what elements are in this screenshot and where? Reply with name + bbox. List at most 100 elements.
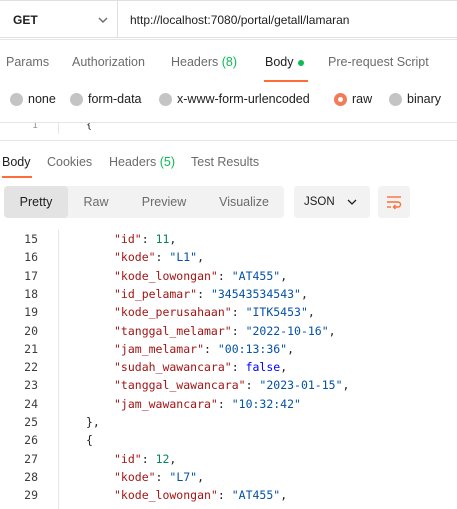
code-text: "id": 12, xyxy=(114,451,177,466)
json-key: "jam_melamar" xyxy=(114,341,205,356)
line-number: 21 xyxy=(24,341,38,356)
line-number: 17 xyxy=(24,268,38,283)
line-number: 22 xyxy=(24,360,38,375)
code-text: "id": 11, xyxy=(114,232,177,246)
json-value: "2023-01-15" xyxy=(259,378,343,393)
request-url-bar: GET http://localhost:7080/portal/getall/… xyxy=(0,0,457,40)
json-key: "kode_lowongan" xyxy=(114,268,218,283)
request-tabs: Params Authorization Headers (8) Body Pr… xyxy=(0,48,457,78)
code-text: "id_pelamar": "34543534543", xyxy=(114,286,308,301)
code-text: "kode_perusahaan": "ITK5453", xyxy=(114,305,315,320)
active-tab-indicator xyxy=(264,80,308,82)
response-tab-headers[interactable]: Headers (5) xyxy=(109,155,175,169)
tab-params[interactable]: Params xyxy=(6,55,49,69)
json-key: "tanggal_melamar" xyxy=(114,323,232,338)
code-text: "tanggal_wawancara": "2023-01-15", xyxy=(114,378,350,393)
wrap-lines-button[interactable] xyxy=(378,186,410,218)
json-value: "L1" xyxy=(169,250,198,265)
line-number: 15 xyxy=(24,232,38,246)
line-number: 25 xyxy=(24,415,38,429)
method-label: GET xyxy=(13,13,38,27)
json-key: "jam_wawancara" xyxy=(114,396,218,411)
active-response-tab-indicator xyxy=(2,176,32,178)
code-text: "jam_wawancara": "10:32:42" xyxy=(114,396,301,411)
view-mode-group: Pretty Raw Preview Visualize xyxy=(4,186,284,218)
line-number: 29 xyxy=(24,488,38,503)
line-number: 18 xyxy=(24,286,38,301)
response-tab-body[interactable]: Body xyxy=(2,155,31,169)
code-text: "kode": "L7", xyxy=(114,469,205,484)
line-number: 20 xyxy=(24,323,38,338)
tab-body[interactable]: Body xyxy=(265,55,294,69)
json-key: "tanggal_wawancara" xyxy=(114,378,246,393)
json-value: 11 xyxy=(155,232,170,246)
code-line: 18 "id_pelamar": "34543534543", xyxy=(0,287,457,305)
response-tab-test-results[interactable]: Test Results xyxy=(191,155,259,169)
code-line: 20 "tanggal_melamar": "2022-10-16", xyxy=(0,324,457,342)
code-line: 26 { xyxy=(0,433,457,451)
line-number: 27 xyxy=(24,451,38,466)
json-value: "ITK5453" xyxy=(245,305,308,320)
code-line: 19 "kode_perusahaan": "ITK5453", xyxy=(0,305,457,323)
format-select[interactable]: JSON xyxy=(294,186,370,218)
code-text: "tanggal_melamar": "2022-10-16", xyxy=(114,323,336,338)
response-tabs: Body Cookies Headers (5) Test Results xyxy=(0,150,457,176)
response-tab-cookies[interactable]: Cookies xyxy=(47,155,92,169)
editor-text: { xyxy=(86,122,93,131)
json-value: "AT455" xyxy=(231,488,281,503)
view-pretty-button[interactable]: Pretty xyxy=(4,186,68,218)
json-value: "00:13:36" xyxy=(217,341,288,356)
view-preview-button[interactable]: Preview xyxy=(128,186,200,218)
wrap-lines-icon xyxy=(387,196,402,210)
response-code-view[interactable]: 15 "id": 11, 16 "kode": "L1", 17 "kode_lowong… xyxy=(0,230,457,509)
code-line: 29 "kode_lowongan": "AT455", xyxy=(0,488,457,506)
line-number: 28 xyxy=(24,469,38,484)
code-text: "kode_lowongan": "AT455", xyxy=(114,488,288,503)
tab-pre-request-script[interactable]: Pre-request Script xyxy=(328,55,429,69)
request-editor-strip[interactable]: 1 { xyxy=(0,122,457,134)
view-raw-button[interactable]: Raw xyxy=(68,186,124,218)
url-text: http://localhost:7080/portal/getall/lama… xyxy=(130,13,350,27)
json-value: "AT455" xyxy=(231,268,281,283)
format-label: JSON xyxy=(304,196,335,208)
radio-circle xyxy=(159,93,172,106)
view-visualize-button[interactable]: Visualize xyxy=(204,186,284,218)
method-select[interactable]: GET xyxy=(0,0,118,38)
url-input[interactable]: http://localhost:7080/portal/getall/lama… xyxy=(118,0,457,38)
json-value: "L7" xyxy=(169,469,198,484)
gutter-divider xyxy=(58,123,59,134)
code-text: { xyxy=(86,433,93,448)
json-key: "id_pelamar" xyxy=(114,286,198,301)
line-number: 19 xyxy=(24,305,38,320)
json-key: "kode" xyxy=(114,469,156,484)
code-line: 23 "tanggal_wawancara": "2023-01-15", xyxy=(0,378,457,396)
body-type-radios: none form-data x-www-form-urlencoded raw… xyxy=(0,88,457,112)
line-number: 24 xyxy=(24,396,38,411)
radio-circle xyxy=(10,93,23,106)
status-dot-icon xyxy=(298,60,304,66)
code-line: 15 "id": 11, xyxy=(0,232,457,250)
line-number: 23 xyxy=(24,378,38,393)
chevron-down-icon xyxy=(347,199,357,205)
json-key: "kode_perusahaan" xyxy=(114,305,232,320)
tab-authorization[interactable]: Authorization xyxy=(72,55,145,69)
code-line: 16 "kode": "L1", xyxy=(0,250,457,268)
headers-count: (8) xyxy=(221,55,238,69)
json-key: "sudah_wawancara" xyxy=(114,360,232,375)
json-key: "id" xyxy=(114,232,142,246)
json-key: "kode_lowongan" xyxy=(114,488,218,503)
tab-headers[interactable]: Headers (8) xyxy=(171,55,237,69)
code-line: 27 "id": 12, xyxy=(0,452,457,470)
json-value: false xyxy=(245,360,281,375)
radio-circle xyxy=(389,93,402,106)
code-line: 24 "jam_wawancara": "10:32:42" xyxy=(0,397,457,415)
code-text: "jam_melamar": "00:13:36", xyxy=(114,341,295,356)
code-line: 28 "kode": "L7", xyxy=(0,470,457,488)
panel-divider[interactable] xyxy=(0,140,457,141)
json-value: "2022-10-16" xyxy=(245,323,329,338)
line-number: 26 xyxy=(24,433,38,448)
json-value: "34543534543" xyxy=(210,286,301,301)
response-headers-count: (5) xyxy=(159,155,176,169)
chevron-down-icon xyxy=(98,17,108,23)
code-line: 21 "jam_melamar": "00:13:36", xyxy=(0,342,457,360)
